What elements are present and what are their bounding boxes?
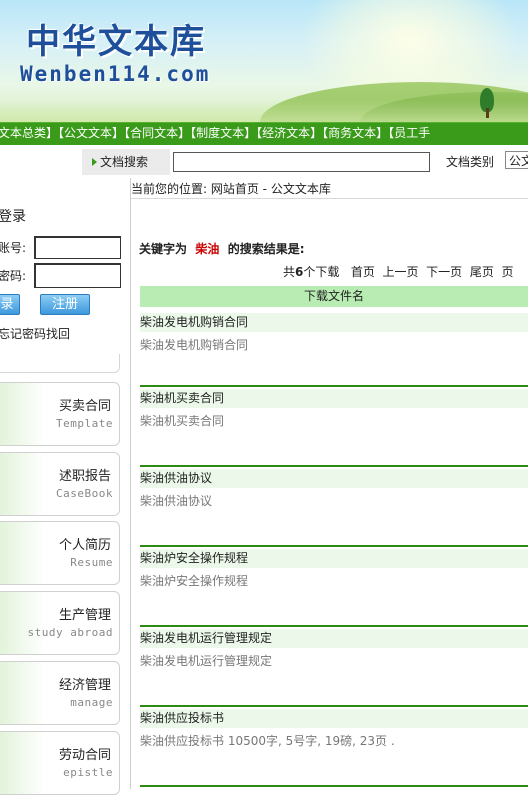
- banner-ground: [0, 100, 528, 122]
- search-label: 文档搜索: [100, 155, 149, 169]
- search-input[interactable]: [173, 152, 430, 172]
- category-name: 个人简历: [58, 538, 111, 553]
- category-card[interactable]: 劳动合同 epistle: [0, 731, 120, 795]
- category-card[interactable]: 生产管理 study abroad: [0, 591, 120, 655]
- site-logo-english[interactable]: Wenben114.com: [20, 62, 210, 86]
- header-banner: 中华文本库 Wenben114.com: [0, 0, 528, 122]
- search-keyword: 柴油: [195, 242, 220, 256]
- nav-item-economic[interactable]: 经济文本: [262, 126, 310, 140]
- category-card[interactable]: 述职报告 CaseBook: [0, 452, 120, 516]
- nav-item-general[interactable]: 文本总类: [0, 126, 46, 140]
- account-input[interactable]: [34, 236, 121, 259]
- result-title[interactable]: 柴油机买卖合同: [140, 389, 528, 408]
- forgot-password-link[interactable]: 忘记密码找回: [0, 325, 70, 342]
- table-header: 下载文件名: [140, 286, 528, 307]
- result-title[interactable]: 柴油供油协议: [140, 469, 528, 488]
- search-label-box: 文档搜索: [82, 149, 170, 175]
- nav-item-employee[interactable]: 员工手: [394, 126, 430, 140]
- nav-item-official[interactable]: 公文文本: [64, 126, 112, 140]
- category-sub: manage: [70, 696, 113, 709]
- result-desc: 柴油发电机购销合同: [140, 338, 249, 352]
- login-button[interactable]: 录: [0, 294, 20, 315]
- result-title[interactable]: 柴油发电机购销合同: [140, 313, 528, 332]
- login-title: 登录: [0, 209, 26, 225]
- first-page-link[interactable]: 首页: [351, 265, 375, 279]
- result-item: 柴油供应投标书 柴油供应投标书 10500字, 5号字, 19磅, 23页 .: [140, 705, 528, 785]
- main-content: 当前您的位置: 网站首页 - 公文文本库 关键字为 柴油 的搜索结果是: 共6个…: [131, 178, 528, 789]
- category-card[interactable]: 个人简历 Resume: [0, 521, 120, 585]
- nav-item-contract[interactable]: 合同文本: [130, 126, 178, 140]
- result-item: 柴油发电机运行管理规定 柴油发电机运行管理规定: [140, 625, 528, 705]
- result-divider: [140, 465, 528, 467]
- results-heading: 关键字为 柴油 的搜索结果是:: [139, 242, 305, 256]
- arrow-right-icon: [92, 158, 97, 166]
- password-input[interactable]: [34, 263, 121, 288]
- category-sub: Template: [56, 417, 113, 430]
- site-logo-chinese[interactable]: 中华文本库: [26, 14, 206, 63]
- nav-item-business[interactable]: 商务文本: [328, 126, 376, 140]
- category-name: 生产管理: [58, 608, 111, 623]
- next-page-link[interactable]: 下一页: [426, 265, 462, 279]
- result-divider: [140, 705, 528, 707]
- result-title[interactable]: 柴油炉安全操作规程: [140, 549, 528, 568]
- result-divider: [140, 545, 528, 547]
- result-desc: 柴油供应投标书 10500字, 5号字, 19磅, 23页 .: [140, 734, 395, 748]
- last-page-link[interactable]: 尾页: [470, 265, 494, 279]
- result-title[interactable]: 柴油发电机运行管理规定: [140, 629, 528, 648]
- category-nav: 文本总类】【公文文本】【合同文本】【制度文本】【经济文本】【商务文本】【员工手: [0, 122, 528, 145]
- category-name: 买卖合同: [58, 399, 111, 414]
- result-item: [140, 785, 528, 789]
- result-desc: 柴油机买卖合同: [140, 414, 225, 428]
- result-title[interactable]: 柴油供应投标书: [140, 709, 528, 728]
- nav-item-regulation[interactable]: 制度文本: [196, 126, 244, 140]
- left-sidebar: 登录 账号: 密码: 录 注册 忘记密码找回 买卖合同 Template 述职报…: [0, 178, 131, 795]
- result-item: 柴油供油协议 柴油供油协议: [140, 465, 528, 545]
- category-name: 述职报告: [58, 469, 111, 484]
- result-divider: [140, 625, 528, 627]
- category-sub: study abroad: [27, 626, 113, 639]
- category-sub: epistle: [63, 766, 113, 779]
- tree-trunk: [486, 108, 489, 118]
- result-divider: [140, 785, 528, 787]
- category-card[interactable]: 经济管理 manage: [0, 661, 120, 725]
- result-item: 柴油发电机购销合同 柴油发电机购销合同: [140, 309, 528, 389]
- divider: [131, 198, 528, 199]
- account-label: 账号:: [0, 241, 27, 255]
- result-item: 柴油机买卖合同 柴油机买卖合同: [140, 385, 528, 465]
- category-sub: CaseBook: [56, 487, 113, 500]
- result-divider: [140, 385, 528, 387]
- prev-page-link[interactable]: 上一页: [383, 265, 419, 279]
- pagination: 共6个下载 首页 上一页 下一页 尾页 页: [283, 265, 514, 279]
- search-row: 文档搜索 文档类别 公文: [0, 146, 528, 178]
- category-card[interactable]: 买卖合同 Template: [0, 382, 120, 446]
- category-sub: Resume: [70, 556, 113, 569]
- result-desc: 柴油炉安全操作规程: [140, 574, 249, 588]
- result-desc: 柴油供油协议: [140, 494, 213, 508]
- register-button[interactable]: 注册: [40, 294, 90, 315]
- result-item: 柴油炉安全操作规程 柴油炉安全操作规程: [140, 545, 528, 625]
- result-desc: 柴油发电机运行管理规定: [140, 654, 273, 668]
- category-name: 经济管理: [58, 678, 111, 693]
- category-name: 劳动合同: [58, 748, 111, 763]
- doctype-select[interactable]: 公文: [505, 151, 528, 169]
- page-label: 页: [501, 265, 514, 279]
- breadcrumb: 当前您的位置: 网站首页 - 公文文本库: [131, 182, 331, 196]
- doctype-label: 文档类别: [446, 155, 495, 169]
- password-label: 密码:: [0, 269, 27, 283]
- login-panel-bottom: [0, 354, 120, 373]
